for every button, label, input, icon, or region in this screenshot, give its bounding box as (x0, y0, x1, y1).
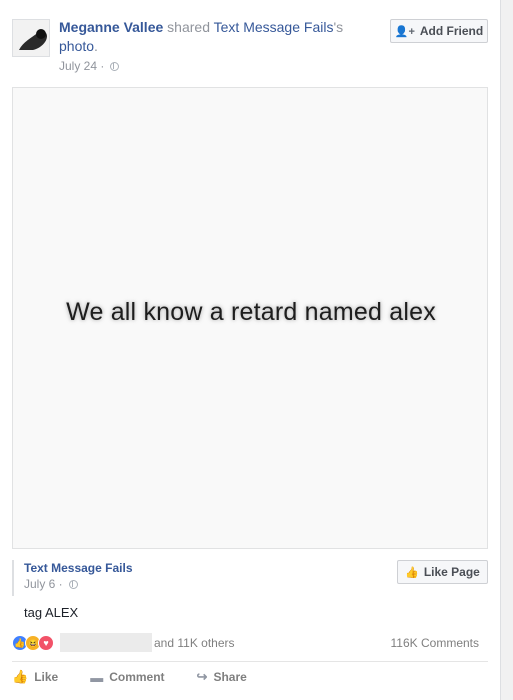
reaction-count[interactable]: and 11K others (154, 636, 235, 650)
like-page-label: Like Page (423, 565, 480, 579)
like-button[interactable]: 👍 Like (12, 669, 58, 685)
photo-text: We all know a retard named alex (66, 298, 436, 326)
thumbs-up-icon: 👍 (12, 669, 29, 684)
post-caption: tag ALEX (24, 605, 79, 620)
scrollbar[interactable] (501, 0, 513, 700)
post-header: Meganne Vallee shared Text Message Fails… (59, 18, 379, 56)
post-meta: July 24 · (59, 59, 120, 73)
source-page-link[interactable]: Text Message Fails (24, 561, 133, 575)
avatar[interactable] (12, 19, 50, 57)
shared-photo[interactable]: We all know a retard named alex (12, 87, 488, 549)
share-button[interactable]: ↪ Share (197, 669, 247, 685)
love-icon: ♥ (38, 635, 54, 651)
comment-count[interactable]: 116K Comments (391, 636, 479, 650)
add-friend-label: Add Friend (419, 24, 484, 38)
like-label: Like (34, 670, 59, 684)
action-bar: 👍 Like ▬ Comment ↪ Share (12, 669, 279, 685)
add-friend-icon: 👤+ (394, 25, 415, 38)
possessive-text: 's (333, 19, 344, 35)
post-card: Meganne Vallee shared Text Message Fails… (0, 0, 501, 700)
period-text: . (94, 38, 98, 54)
post-date[interactable]: July 24 · (59, 59, 104, 73)
page-link[interactable]: Text Message Fails (214, 19, 334, 35)
comment-icon: ▬ (90, 669, 104, 685)
reaction-summary[interactable]: 👍 😆 ♥ (12, 635, 54, 651)
source-date[interactable]: July 6 · (24, 577, 63, 591)
globe-icon (68, 579, 78, 589)
comment-label: Comment (109, 670, 165, 684)
like-page-button[interactable]: 👍 Like Page (397, 560, 488, 584)
shared-text: shared (163, 19, 214, 35)
source-bar (12, 560, 14, 596)
share-icon: ↪ (196, 669, 208, 684)
thumbs-up-icon: 👍 (405, 566, 419, 579)
source-meta: July 6 · (24, 577, 78, 591)
author-link[interactable]: Meganne Vallee (59, 19, 163, 35)
share-label: Share (213, 670, 247, 684)
divider (12, 661, 488, 662)
add-friend-button[interactable]: 👤+ Add Friend (390, 19, 488, 43)
photo-link[interactable]: photo (59, 38, 94, 54)
redacted-names (60, 633, 152, 652)
globe-icon (110, 61, 120, 71)
profile-photo (13, 20, 49, 56)
comment-button[interactable]: ▬ Comment (90, 669, 164, 685)
